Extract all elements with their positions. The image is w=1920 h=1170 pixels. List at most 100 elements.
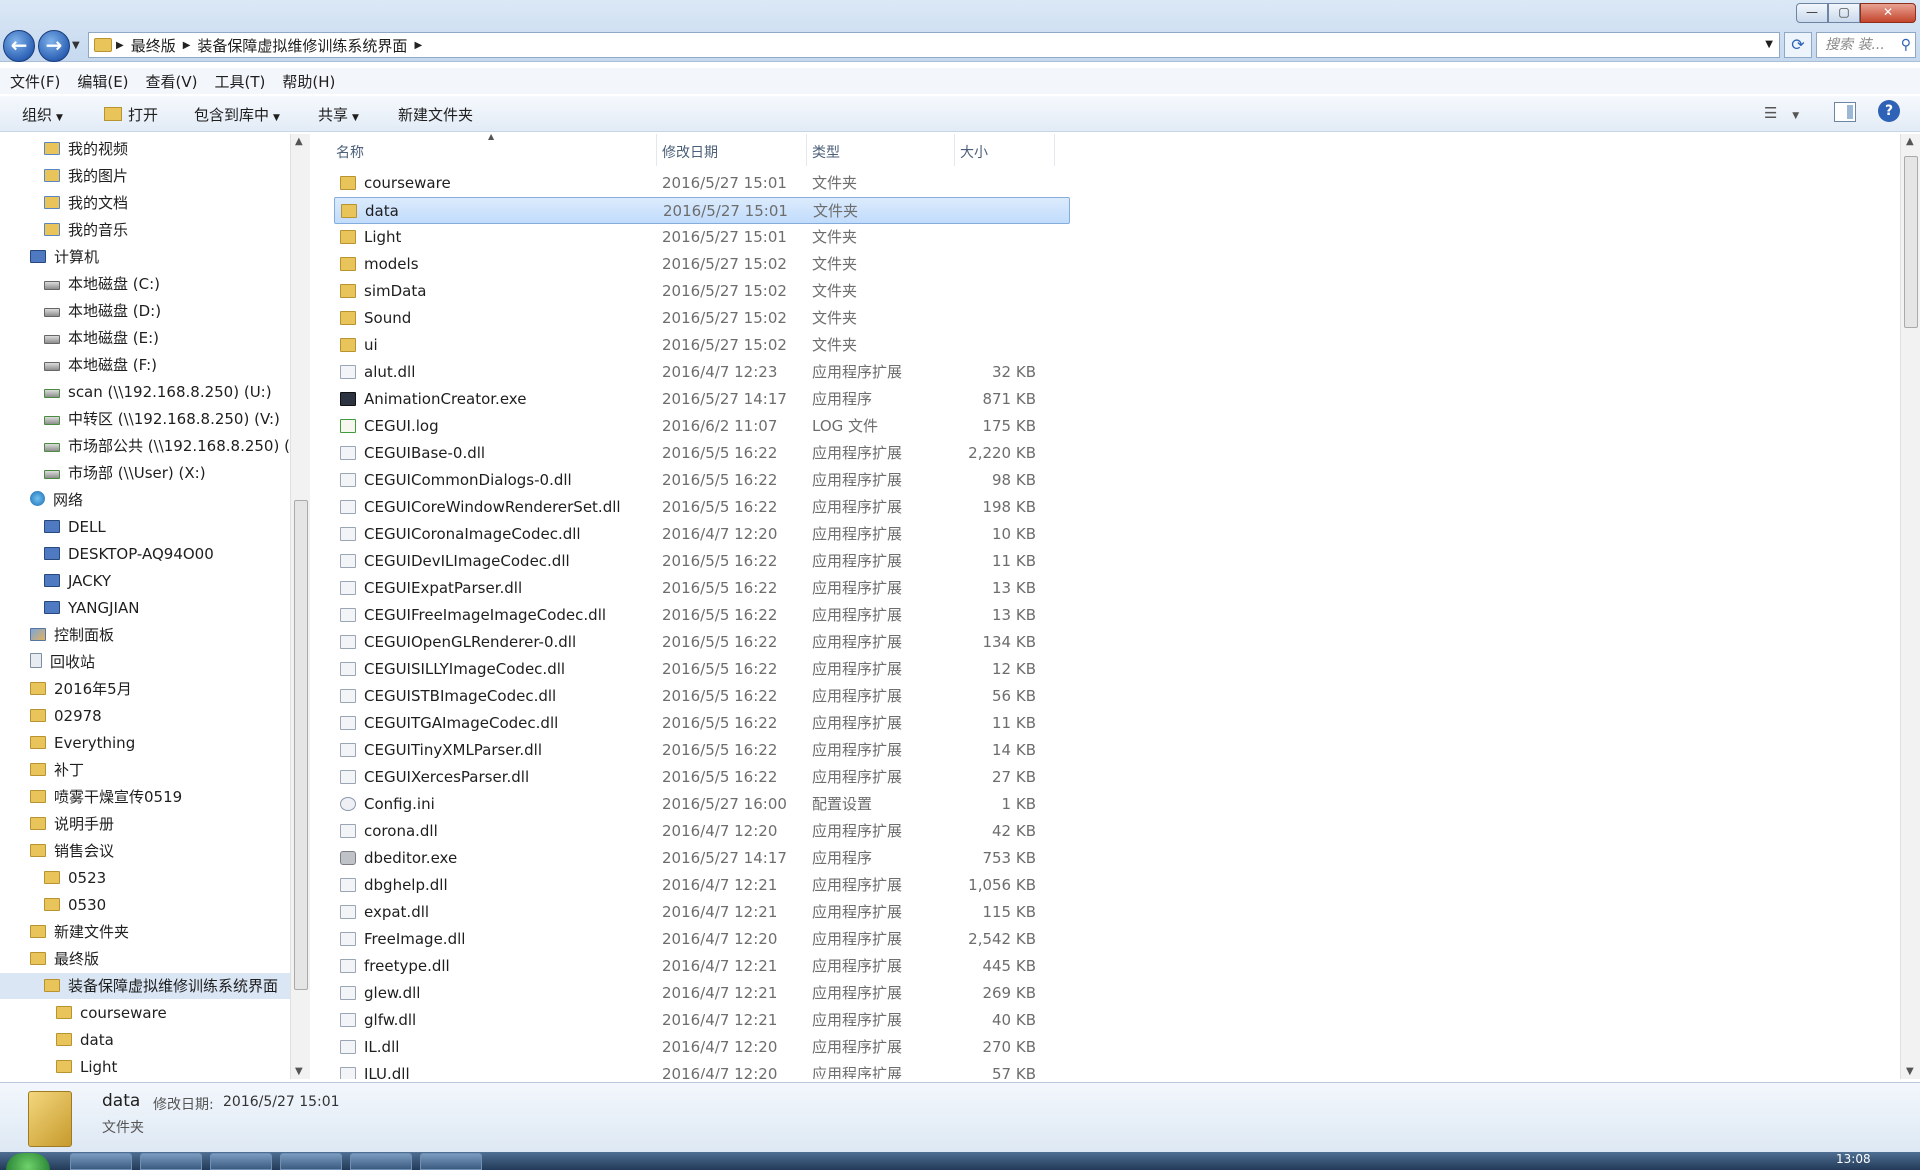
nav-item[interactable]: courseware (56, 1000, 167, 1026)
scroll-up-icon[interactable]: ▲ (295, 136, 303, 147)
nav-item[interactable]: 本地磁盘 (D:) (44, 298, 161, 324)
change-view-button[interactable]: ☰ ▼ (1764, 104, 1799, 122)
file-row[interactable]: CEGUISILLYImageCodec.dll 2016/5/5 16:22 应用… (334, 656, 1070, 683)
column-header-name[interactable]: 名称 (336, 142, 364, 162)
taskbar-app-button[interactable] (210, 1153, 272, 1170)
open-button[interactable]: 打开 (104, 104, 158, 125)
file-row[interactable]: CEGUITGAImageCodec.dll 2016/5/5 16:22 应用程序… (334, 710, 1070, 737)
nav-item[interactable]: 市场部 (\\User) (X:) (44, 460, 206, 486)
nav-item[interactable]: 我的音乐 (44, 217, 128, 243)
menu-tools[interactable]: 工具(T) (205, 71, 273, 92)
column-divider[interactable] (1054, 134, 1055, 166)
breadcrumb-item[interactable]: 最终版 (124, 35, 183, 56)
file-row[interactable]: corona.dll 2016/4/7 12:20 应用程序扩展 42 KB (334, 818, 1070, 845)
column-header-type[interactable]: 类型 (812, 142, 840, 162)
file-row[interactable]: ui 2016/5/27 15:02 文件夹 (334, 332, 1070, 359)
nav-item[interactable]: 说明手册 (30, 811, 114, 837)
nav-item[interactable]: scan (\\192.168.8.250) (U:) (44, 379, 272, 405)
nav-item[interactable]: data (56, 1027, 114, 1053)
file-row[interactable]: glfw.dll 2016/4/7 12:21 应用程序扩展 40 KB (334, 1007, 1070, 1034)
file-row[interactable]: dbghelp.dll 2016/4/7 12:21 应用程序扩展 1,056 KB (334, 872, 1070, 899)
taskbar-app-button[interactable] (280, 1153, 342, 1170)
file-row[interactable]: Sound 2016/5/27 15:02 文件夹 (334, 305, 1070, 332)
file-row[interactable]: CEGUICoronaImageCodec.dll 2016/4/7 12:20 应… (334, 521, 1070, 548)
file-row[interactable]: CEGUIOpenGLRenderer-0.dll 2016/5/5 16:22 应… (334, 629, 1070, 656)
file-row[interactable]: CEGUI.log 2016/6/2 11:07 LOG 文件 175 KB (334, 413, 1070, 440)
breadcrumb-separator-icon[interactable]: ▶ (116, 40, 124, 51)
include-in-library-button[interactable]: 包含到库中 ▼ (194, 104, 280, 125)
file-row[interactable]: CEGUICoreWindowRendererSet.dll 2016/5/5 1… (334, 494, 1070, 521)
breadcrumb-separator-icon[interactable]: ▶ (414, 40, 422, 51)
nav-item[interactable]: 控制面板 (30, 622, 114, 648)
file-row[interactable]: ILU.dll 2016/4/7 12:20 应用程序扩展 57 KB (334, 1061, 1070, 1079)
organize-button[interactable]: 组织 ▼ (22, 104, 63, 125)
new-folder-button[interactable]: 新建文件夹 (398, 104, 473, 125)
scroll-up-icon[interactable]: ▲ (1906, 136, 1914, 147)
nav-item[interactable]: 我的文档 (44, 190, 128, 216)
nav-item[interactable]: 销售会议 (30, 838, 114, 864)
file-row[interactable]: CEGUIExpatParser.dll 2016/5/5 16:22 应用程序扩展… (334, 575, 1070, 602)
nav-item[interactable]: 新建文件夹 (30, 919, 129, 945)
back-button[interactable]: ← (3, 30, 35, 62)
file-row[interactable]: simData 2016/5/27 15:02 文件夹 (334, 278, 1070, 305)
file-row[interactable]: glew.dll 2016/4/7 12:21 应用程序扩展 269 KB (334, 980, 1070, 1007)
nav-item[interactable]: DELL (44, 514, 106, 540)
column-header-size[interactable]: 大小 (960, 142, 988, 162)
taskbar-app-button[interactable] (350, 1153, 412, 1170)
search-icon[interactable]: ⚲ (1901, 33, 1911, 57)
share-button[interactable]: 共享 ▼ (318, 104, 359, 125)
nav-item[interactable]: 市场部公共 (\\192.168.8.250) (W (44, 433, 305, 459)
file-row[interactable]: expat.dll 2016/4/7 12:21 应用程序扩展 115 KB (334, 899, 1070, 926)
breadcrumb-separator-icon[interactable]: ▶ (183, 40, 191, 51)
recent-pages-dropdown-icon[interactable]: ▼ (72, 40, 80, 51)
nav-item[interactable]: 本地磁盘 (F:) (44, 352, 157, 378)
column-divider[interactable] (954, 134, 955, 166)
address-dropdown-icon[interactable]: ▼ (1765, 39, 1773, 50)
menu-file[interactable]: 文件(F) (0, 71, 67, 92)
nav-item[interactable]: 装备保障虚拟维修训练系统界面 (0, 973, 290, 999)
file-row[interactable]: CEGUIBase-0.dll 2016/5/5 16:22 应用程序扩展 2,220… (334, 440, 1070, 467)
nav-item[interactable]: Everything (30, 730, 135, 756)
file-row[interactable]: CEGUIDevILImageCodec.dll 2016/5/5 16:22 应用… (334, 548, 1070, 575)
nav-item[interactable]: YANGJIAN (44, 595, 139, 621)
file-row[interactable]: AnimationCreator.exe 2016/5/27 14:17 应用程序 8… (334, 386, 1070, 413)
file-row[interactable]: data 2016/5/27 15:01 文件夹 (334, 197, 1070, 224)
file-row[interactable]: Config.ini 2016/5/27 16:00 配置设置 1 KB (334, 791, 1070, 818)
nav-item[interactable]: DESKTOP-AQ94O00 (44, 541, 214, 567)
file-row[interactable]: CEGUIXercesParser.dll 2016/5/5 16:22 应用程序扩… (334, 764, 1070, 791)
taskbar-clock[interactable]: 13:08 (1836, 1152, 1871, 1166)
file-row[interactable]: CEGUISTBImageCodec.dll 2016/5/5 16:22 应用程序… (334, 683, 1070, 710)
file-row[interactable]: CEGUIFreeImageImageCodec.dll 2016/5/5 16:… (334, 602, 1070, 629)
menu-edit[interactable]: 编辑(E) (67, 71, 135, 92)
navigation-scrollbar[interactable]: ▲ ▼ (290, 134, 310, 1079)
nav-item[interactable]: 0530 (44, 892, 106, 918)
nav-item[interactable]: 网络 (30, 487, 83, 513)
scroll-down-icon[interactable]: ▼ (1906, 1066, 1914, 1077)
nav-item[interactable]: 喷雾干燥宣传0519 (30, 784, 182, 810)
column-header-modified[interactable]: 修改日期 (662, 142, 718, 162)
file-row[interactable]: CEGUICommonDialogs-0.dll 2016/5/5 16:22 应用… (334, 467, 1070, 494)
scrollbar-thumb[interactable] (294, 500, 308, 990)
nav-item[interactable]: 0523 (44, 865, 106, 891)
scrollbar-thumb[interactable] (1904, 156, 1918, 328)
nav-item[interactable]: Light (56, 1054, 117, 1079)
nav-item[interactable]: 我的视频 (44, 136, 128, 162)
forward-button[interactable]: → (38, 30, 70, 62)
file-row[interactable]: CEGUITinyXMLParser.dll 2016/5/5 16:22 应用程序… (334, 737, 1070, 764)
file-row[interactable]: FreeImage.dll 2016/4/7 12:20 应用程序扩展 2,542 K… (334, 926, 1070, 953)
nav-item[interactable]: 我的图片 (44, 163, 128, 189)
file-row[interactable]: dbeditor.exe 2016/5/27 14:17 应用程序 753 KB (334, 845, 1070, 872)
file-row[interactable]: courseware 2016/5/27 15:01 文件夹 (334, 170, 1070, 197)
close-button[interactable]: ✕ (1860, 3, 1916, 23)
file-row[interactable]: alut.dll 2016/4/7 12:23 应用程序扩展 32 KB (334, 359, 1070, 386)
nav-item[interactable]: 补丁 (30, 757, 84, 783)
file-row[interactable]: freetype.dll 2016/4/7 12:21 应用程序扩展 445 KB (334, 953, 1070, 980)
column-divider[interactable] (656, 134, 657, 166)
nav-item[interactable]: 本地磁盘 (C:) (44, 271, 160, 297)
breadcrumb-item[interactable]: 装备保障虚拟维修训练系统界面 (190, 35, 414, 56)
file-row[interactable]: models 2016/5/27 15:02 文件夹 (334, 251, 1070, 278)
nav-item[interactable]: 本地磁盘 (E:) (44, 325, 159, 351)
nav-item[interactable]: 中转区 (\\192.168.8.250) (V:) (44, 406, 280, 432)
taskbar-app-button[interactable] (420, 1153, 482, 1170)
address-box[interactable]: ▶ 最终版 ▶ 装备保障虚拟维修训练系统界面 ▶ ▼ (88, 32, 1780, 58)
